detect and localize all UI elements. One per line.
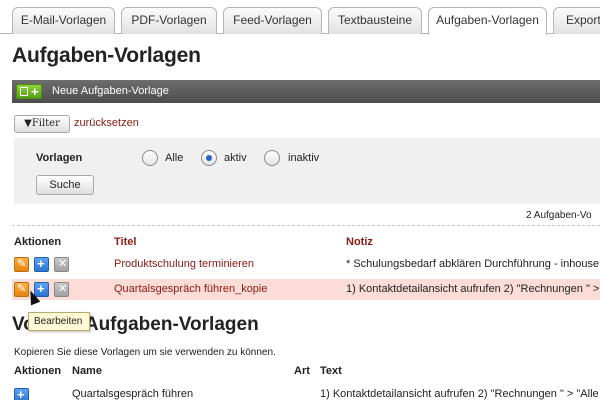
predefined-name: Quartalsgespräch führen bbox=[72, 388, 194, 400]
x-icon[interactable]: ✕ bbox=[54, 282, 69, 297]
action-bar: + Neue Aufgaben-Vorlage bbox=[12, 80, 600, 103]
radio-inactive[interactable] bbox=[264, 150, 280, 166]
edit-tooltip: Bearbeiten bbox=[28, 312, 90, 331]
header-text: Text bbox=[320, 365, 342, 377]
plus-icon[interactable]: + bbox=[34, 256, 49, 272]
tab-pdf-templates[interactable]: PDF-Vorlagen bbox=[121, 7, 217, 34]
tab-email-templates[interactable]: E-Mail-Vorlagen bbox=[12, 7, 115, 34]
result-count: 2 Aufgaben-Vo bbox=[526, 210, 592, 221]
row-note: 1) Kontaktdetailansicht aufrufen 2) "Rec… bbox=[346, 283, 600, 295]
reset-link[interactable]: zurücksetzen bbox=[74, 117, 139, 129]
predefined-text: 1) Kontaktdetailansicht aufrufen 2) "Rec… bbox=[320, 388, 599, 400]
add-template-icon[interactable]: + bbox=[16, 84, 42, 99]
filter-button[interactable]: ▼Filter bbox=[14, 115, 70, 133]
radio-all-label: Alle bbox=[165, 152, 184, 164]
row-title-link[interactable]: Quartalsgespräch führen_kopie bbox=[114, 279, 267, 300]
header-title[interactable]: Titel bbox=[114, 236, 136, 248]
divider bbox=[12, 225, 600, 226]
table-row: ✎ + ✕ Quartalsgespräch führen_kopie 1) K… bbox=[12, 279, 600, 300]
row-note: * Schulungsbedarf abklären Durchführung … bbox=[346, 258, 600, 270]
radio-all[interactable] bbox=[142, 150, 158, 166]
new-task-template-button[interactable]: Neue Aufgaben-Vorlage bbox=[52, 80, 169, 103]
search-button[interactable]: Suche bbox=[36, 175, 94, 195]
page-title: Aufgaben-Vorlagen bbox=[12, 44, 201, 67]
row-title-link[interactable]: Produktschulung terminieren bbox=[114, 254, 254, 275]
header-actions-2: Aktionen bbox=[14, 365, 62, 377]
x-icon[interactable]: ✕ bbox=[54, 257, 69, 272]
header-name: Name bbox=[72, 365, 102, 377]
tab-export[interactable]: Export- bbox=[553, 7, 600, 34]
tab-feed-templates[interactable]: Feed-Vorlagen bbox=[223, 7, 322, 34]
wrench-icon[interactable]: ✎ bbox=[14, 257, 29, 272]
filter-button-label: Filter bbox=[31, 118, 60, 129]
header-type: Art bbox=[294, 365, 310, 377]
table-row: ✎ + ✕ Produktschulung terminieren * Schu… bbox=[12, 254, 600, 275]
radio-active[interactable] bbox=[201, 150, 217, 166]
tab-bar: E-Mail-Vorlagen PDF-Vorlagen Feed-Vorlag… bbox=[0, 0, 600, 35]
header-note[interactable]: Notiz bbox=[346, 236, 373, 248]
funnel-icon: ▼ bbox=[24, 118, 32, 129]
templates-label: Vorlagen bbox=[36, 152, 83, 164]
filter-panel: Vorlagen Alle aktiv inaktiv Suche bbox=[14, 138, 600, 204]
tab-task-templates[interactable]: Aufgaben-Vorlagen bbox=[428, 7, 547, 35]
radio-active-label: aktiv bbox=[224, 152, 247, 164]
header-actions: Aktionen bbox=[14, 236, 62, 248]
predefined-description: Kopieren Sie diese Vorlagen um sie verwe… bbox=[14, 347, 276, 358]
radio-inactive-label: inaktiv bbox=[288, 152, 320, 164]
plus-icon[interactable]: + bbox=[14, 387, 29, 400]
tab-text-modules[interactable]: Textbausteine bbox=[328, 7, 422, 34]
table-row: + Quartalsgespräch führen 1) Kontaktdeta… bbox=[12, 385, 600, 400]
